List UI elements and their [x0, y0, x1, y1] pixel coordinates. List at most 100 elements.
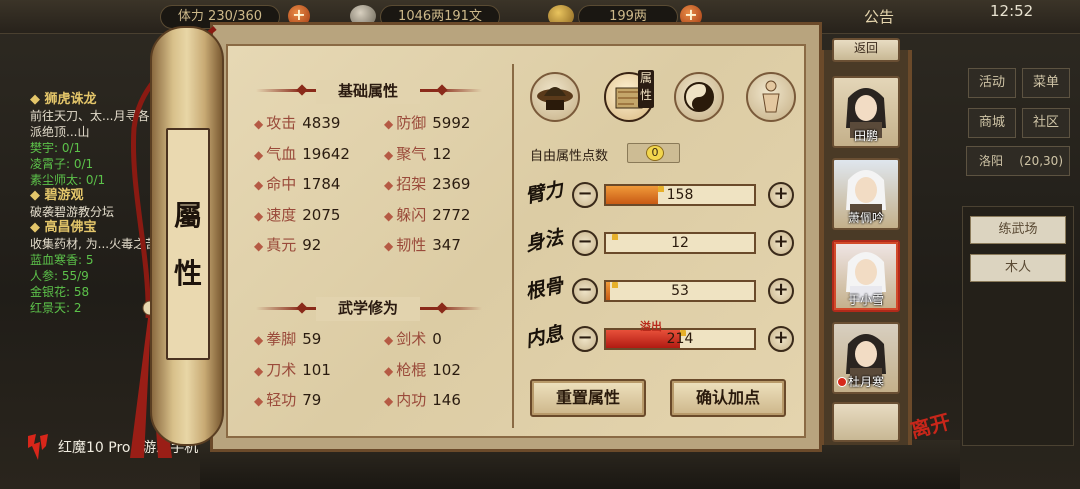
- character-name: 田鹏: [853, 129, 878, 143]
- community-button[interactable]: 社区: [1022, 108, 1070, 138]
- increase-button[interactable]: +: [768, 182, 794, 208]
- bullet-diamond-icon: ◆: [254, 363, 264, 378]
- attribute-bar: 53: [604, 280, 756, 302]
- stat-value: 5992: [432, 114, 471, 132]
- bullet-diamond-icon: ◆: [384, 208, 394, 223]
- bullet-diamond-icon: ◆: [254, 333, 264, 347]
- taiji-icon[interactable]: [674, 72, 724, 122]
- free-points-value: 0: [646, 145, 664, 161]
- stat-value: 92: [302, 236, 322, 254]
- stat-basic-item: ◆ 气血 19642: [254, 143, 350, 164]
- bullet-diamond-icon: ◆: [254, 147, 264, 162]
- notice-button[interactable]: 公告: [864, 6, 894, 27]
- stat-label: 剑术: [396, 330, 427, 348]
- stat-value: 4839: [302, 114, 341, 132]
- character-portrait-partial[interactable]: [832, 402, 900, 442]
- stat-label: 躲闪: [396, 205, 427, 224]
- stat-label: 气血: [266, 144, 297, 163]
- overflow-label: 溢出: [640, 320, 662, 333]
- bullet-diamond-icon: ◆: [254, 208, 264, 223]
- character-portrait[interactable]: 萧佩吟: [832, 158, 900, 230]
- stat-basic-item: ◆ 攻击 4839: [254, 112, 340, 133]
- bullet-diamond-icon: ◆: [384, 394, 394, 408]
- column-divider: [512, 64, 514, 428]
- stat-martial-item: ◆ 内功 146: [384, 389, 461, 410]
- stat-value: 2369: [432, 175, 471, 193]
- partial-top-card[interactable]: 返回: [832, 38, 900, 62]
- stat-value: 0: [432, 330, 442, 348]
- attribute-tab-tag: 属性: [638, 70, 654, 108]
- character-name: 于小雪: [847, 293, 884, 307]
- decrease-button[interactable]: −: [572, 278, 598, 304]
- reset-attributes-button[interactable]: 重置属性: [530, 379, 646, 417]
- location-display[interactable]: 洛阳 (20,30): [966, 146, 1070, 176]
- character-portrait[interactable]: 杜月寒: [832, 322, 900, 394]
- scroll-tab-char-1: 屬: [173, 199, 202, 232]
- stat-label: 刀术: [266, 360, 297, 379]
- stat-value: 1784: [302, 175, 341, 193]
- bullet-diamond-icon: ◆: [254, 117, 264, 131]
- stat-label: 攻击: [266, 114, 297, 132]
- stat-basic-item: ◆ 真元 92: [254, 234, 321, 255]
- decrease-button[interactable]: −: [572, 326, 598, 352]
- stat-value: 101: [302, 360, 331, 379]
- bullet-diamond-icon: ◆: [384, 363, 394, 378]
- menu-button[interactable]: 菜单: [1022, 68, 1070, 98]
- increase-button[interactable]: +: [768, 230, 794, 256]
- stat-label: 速度: [266, 205, 297, 224]
- attribute-value: 214: [666, 331, 694, 347]
- stat-martial-item: ◆ 枪棍 102: [384, 359, 461, 380]
- attribute-value: 158: [666, 187, 694, 203]
- stat-label: 防御: [396, 114, 427, 132]
- stat-label: 拳脚: [266, 330, 297, 348]
- bullet-diamond-icon: ◆: [254, 178, 264, 192]
- stat-value: 102: [432, 360, 461, 379]
- stat-value: 19642: [302, 144, 350, 163]
- character-name: 萧佩吟: [847, 211, 884, 225]
- stat-value: 146: [432, 391, 461, 409]
- location-name: 洛阳: [979, 154, 1004, 168]
- activity-button[interactable]: 活动: [968, 68, 1016, 98]
- shop-button[interactable]: 商城: [968, 108, 1016, 138]
- bullet-diamond-icon: ◆: [384, 178, 394, 192]
- stat-label: 枪棍: [396, 360, 427, 379]
- confirm-points-button[interactable]: 确认加点: [670, 379, 786, 417]
- bullet-diamond-icon: ◆: [254, 239, 264, 253]
- meridian-body-icon[interactable]: [746, 72, 796, 122]
- clock: 12:52: [990, 2, 1034, 20]
- stat-value: 2075: [302, 205, 341, 224]
- stat-label: 真元: [266, 236, 297, 254]
- stat-martial-item: ◆ 刀术 101: [254, 359, 331, 380]
- bullet-diamond-icon: ◆: [384, 239, 394, 253]
- wooden-dummy-item[interactable]: 木人: [970, 254, 1066, 282]
- stat-basic-item: ◆ 韧性 347: [384, 234, 461, 255]
- bullet-diamond-icon: ◆: [384, 117, 394, 131]
- stat-basic-item: ◆ 招架 2369: [384, 173, 470, 194]
- bullet-diamond-icon: ◆: [384, 333, 394, 347]
- character-portrait[interactable]: 于小雪: [832, 240, 900, 312]
- attribute-bar: 12: [604, 232, 756, 254]
- stat-martial-item: ◆ 剑术 0: [384, 328, 442, 349]
- character-portrait[interactable]: 田鹏: [832, 76, 900, 148]
- free-points-label: 自由属性点数: [530, 149, 609, 164]
- increase-button[interactable]: +: [768, 278, 794, 304]
- attribute-value: 12: [671, 235, 689, 251]
- stat-basic-item: ◆ 躲闪 2772: [384, 204, 470, 225]
- increase-button[interactable]: +: [768, 326, 794, 352]
- attribute-bar: 214: [604, 328, 756, 350]
- stat-martial-item: ◆ 拳脚 59: [254, 328, 321, 349]
- hat-icon[interactable]: [530, 72, 580, 122]
- training-ground-item[interactable]: 练武场: [970, 216, 1066, 244]
- attribute-value: 53: [671, 283, 689, 299]
- red-magic-logo-icon: [28, 434, 48, 460]
- scroll-tab-title: 屬 性: [166, 196, 210, 294]
- location-coords: (20,30): [1019, 154, 1063, 168]
- stat-label: 内功: [396, 391, 427, 409]
- character-name: 杜月寒: [847, 375, 884, 389]
- bullet-diamond-icon: ◆: [254, 394, 264, 408]
- stat-label: 轻功: [266, 391, 297, 409]
- stat-label: 聚气: [396, 144, 427, 163]
- decrease-button[interactable]: −: [572, 230, 598, 256]
- decrease-button[interactable]: −: [572, 182, 598, 208]
- stat-label: 韧性: [396, 236, 427, 254]
